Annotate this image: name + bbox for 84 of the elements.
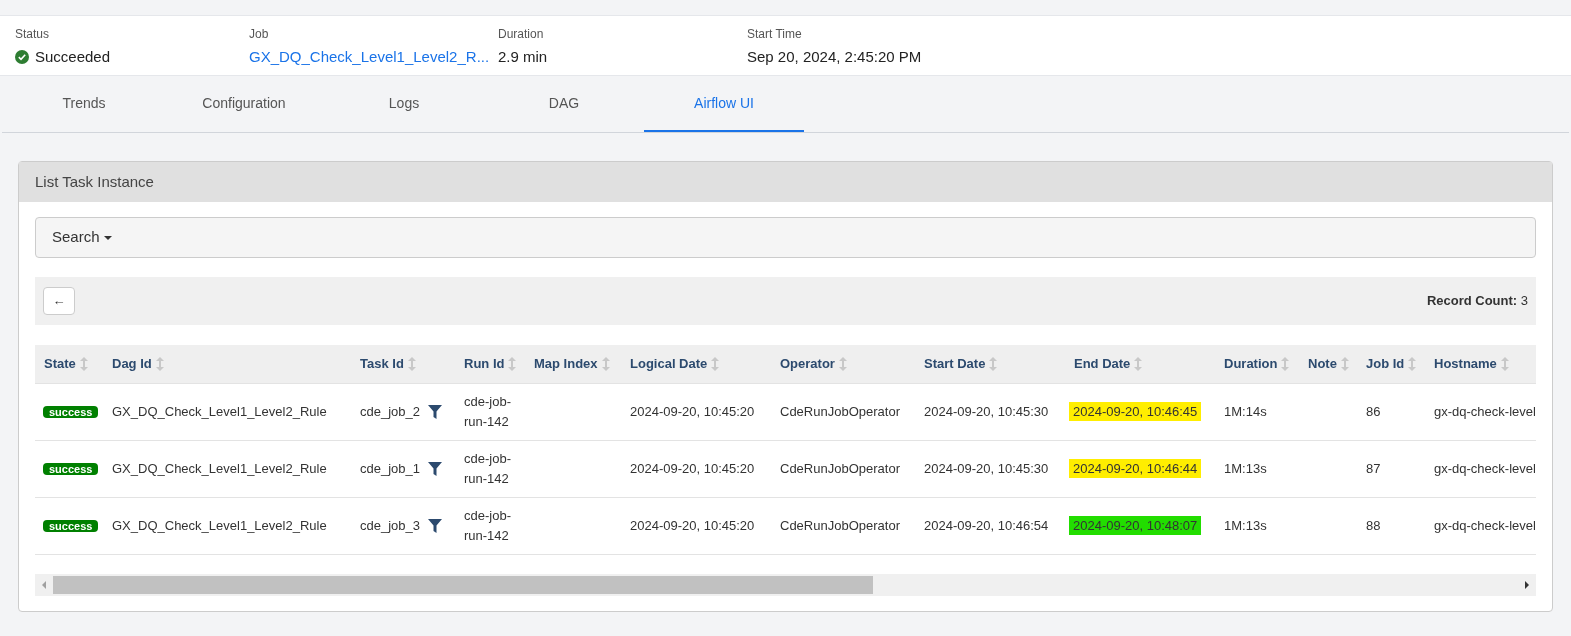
- table-cell: GX_DQ_Check_Level1_Level2_Rule: [112, 517, 327, 533]
- table-cell-text: cde_job_1: [360, 459, 420, 478]
- highlighted-date: 2024-09-20, 10:46:45: [1069, 401, 1202, 421]
- tab[interactable]: Airflow UI: [644, 76, 804, 132]
- check-circle-icon: [15, 50, 29, 65]
- sort-icon: [711, 356, 720, 371]
- table-cell: CdeRunJobOperator: [780, 460, 900, 476]
- table-cell: 1M:14s: [1224, 403, 1267, 419]
- column-header[interactable]: Map Index: [525, 345, 621, 383]
- table-cell: 2024-09-20, 10:45:30: [924, 403, 1049, 419]
- column-header[interactable]: Dag Id: [103, 345, 351, 383]
- state-badge: success: [43, 405, 99, 418]
- table-cell: 87: [1366, 460, 1381, 476]
- horizontal-scrollbar[interactable]: [35, 573, 1536, 596]
- record-count: Record Count: 3: [1426, 292, 1528, 311]
- table-cell: 86: [1366, 403, 1381, 419]
- column-header[interactable]: Run Id: [455, 345, 525, 383]
- panel-title: List Task Instance: [35, 171, 154, 192]
- table-cell: 1M:13s: [1224, 460, 1267, 476]
- summary-label: Status: [15, 26, 51, 42]
- tab[interactable]: Trends: [4, 76, 164, 132]
- sort-icon: [1500, 356, 1509, 371]
- table-cell: GX_DQ_Check_Level1_Level2_Rule: [112, 460, 327, 476]
- summary-label: Job: [249, 26, 270, 42]
- table-cell-text: cde_job_3: [360, 516, 420, 535]
- state-badge: success: [43, 519, 99, 532]
- summary-label: Start Time: [747, 26, 803, 42]
- caret-icon: [103, 235, 112, 240]
- table-cell: 2024-09-20, 10:45:20: [630, 403, 755, 419]
- table-cell: CdeRunJobOperator: [780, 517, 900, 533]
- column-header[interactable]: Hostname: [1425, 345, 1536, 383]
- sort-icon: [1134, 356, 1143, 371]
- table-cell: cde-job-run-142: [464, 450, 511, 486]
- table-cell: cde-job-run-142: [464, 507, 511, 543]
- filter-icon[interactable]: [428, 404, 442, 419]
- column-header[interactable]: Operator: [771, 345, 915, 383]
- status-value: Succeeded: [35, 47, 111, 67]
- tab[interactable]: DAG: [484, 76, 644, 132]
- sort-icon: [1340, 356, 1349, 371]
- sort-icon: [838, 356, 847, 371]
- scroll-right-icon[interactable]: [1522, 579, 1532, 590]
- table-cell: CdeRunJobOperator: [780, 403, 900, 419]
- sort-icon: [989, 356, 998, 371]
- summary-value: Sep 20, 2024, 2:45:20 PM: [747, 47, 922, 67]
- tab[interactable]: Logs: [324, 76, 484, 132]
- table-cell: GX_DQ_Check_Level1_Level2_Rule: [112, 403, 327, 419]
- table-cell: cde-job-run-142: [464, 393, 511, 429]
- column-header[interactable]: Start Date: [915, 345, 1065, 383]
- table-cell: 2024-09-20, 10:45:20: [630, 460, 755, 476]
- column-header[interactable]: End Date: [1065, 345, 1215, 383]
- table-cell: 1M:13s: [1224, 517, 1267, 533]
- column-header[interactable]: State: [35, 345, 103, 383]
- table-cell-text: cde_job_2: [360, 402, 420, 421]
- table-cell: 2024-09-20, 10:45:20: [630, 517, 755, 533]
- highlighted-date: 2024-09-20, 10:48:07: [1069, 515, 1202, 535]
- column-header[interactable]: Logical Date: [621, 345, 771, 383]
- state-badge: success: [43, 462, 99, 475]
- sort-icon: [1281, 356, 1290, 371]
- sort-icon: [601, 356, 610, 371]
- table-cell: 2024-09-20, 10:45:30: [924, 460, 1049, 476]
- filter-icon[interactable]: [428, 461, 442, 476]
- sort-icon: [79, 356, 88, 371]
- sort-icon: [1408, 356, 1417, 371]
- scrollbar-thumb[interactable]: [53, 575, 873, 594]
- summary-label: Duration: [498, 26, 545, 42]
- sort-icon: [155, 356, 164, 371]
- column-header[interactable]: Note: [1299, 345, 1357, 383]
- tab[interactable]: Configuration: [164, 76, 324, 132]
- table-cell: gx-dq-check-level: [1434, 517, 1536, 533]
- column-header[interactable]: Duration: [1215, 345, 1299, 383]
- column-header[interactable]: Task Id: [351, 345, 455, 383]
- summary-value: 2.9 min: [498, 47, 549, 67]
- job-link[interactable]: GX_DQ_Check_Level1_Level2_R...: [249, 46, 498, 69]
- search-toggle[interactable]: Search: [35, 217, 1536, 258]
- sort-icon: [407, 356, 416, 371]
- sort-icon: [508, 356, 517, 371]
- column-header[interactable]: Job Id: [1357, 345, 1425, 383]
- filter-icon[interactable]: [428, 518, 442, 533]
- table-cell: 88: [1366, 517, 1381, 533]
- table-cell: gx-dq-check-level: [1434, 403, 1536, 419]
- table-cell: gx-dq-check-level: [1434, 460, 1536, 476]
- highlighted-date: 2024-09-20, 10:46:44: [1069, 458, 1202, 478]
- table-cell: 2024-09-20, 10:46:54: [924, 517, 1049, 533]
- back-button[interactable]: ←: [43, 287, 75, 315]
